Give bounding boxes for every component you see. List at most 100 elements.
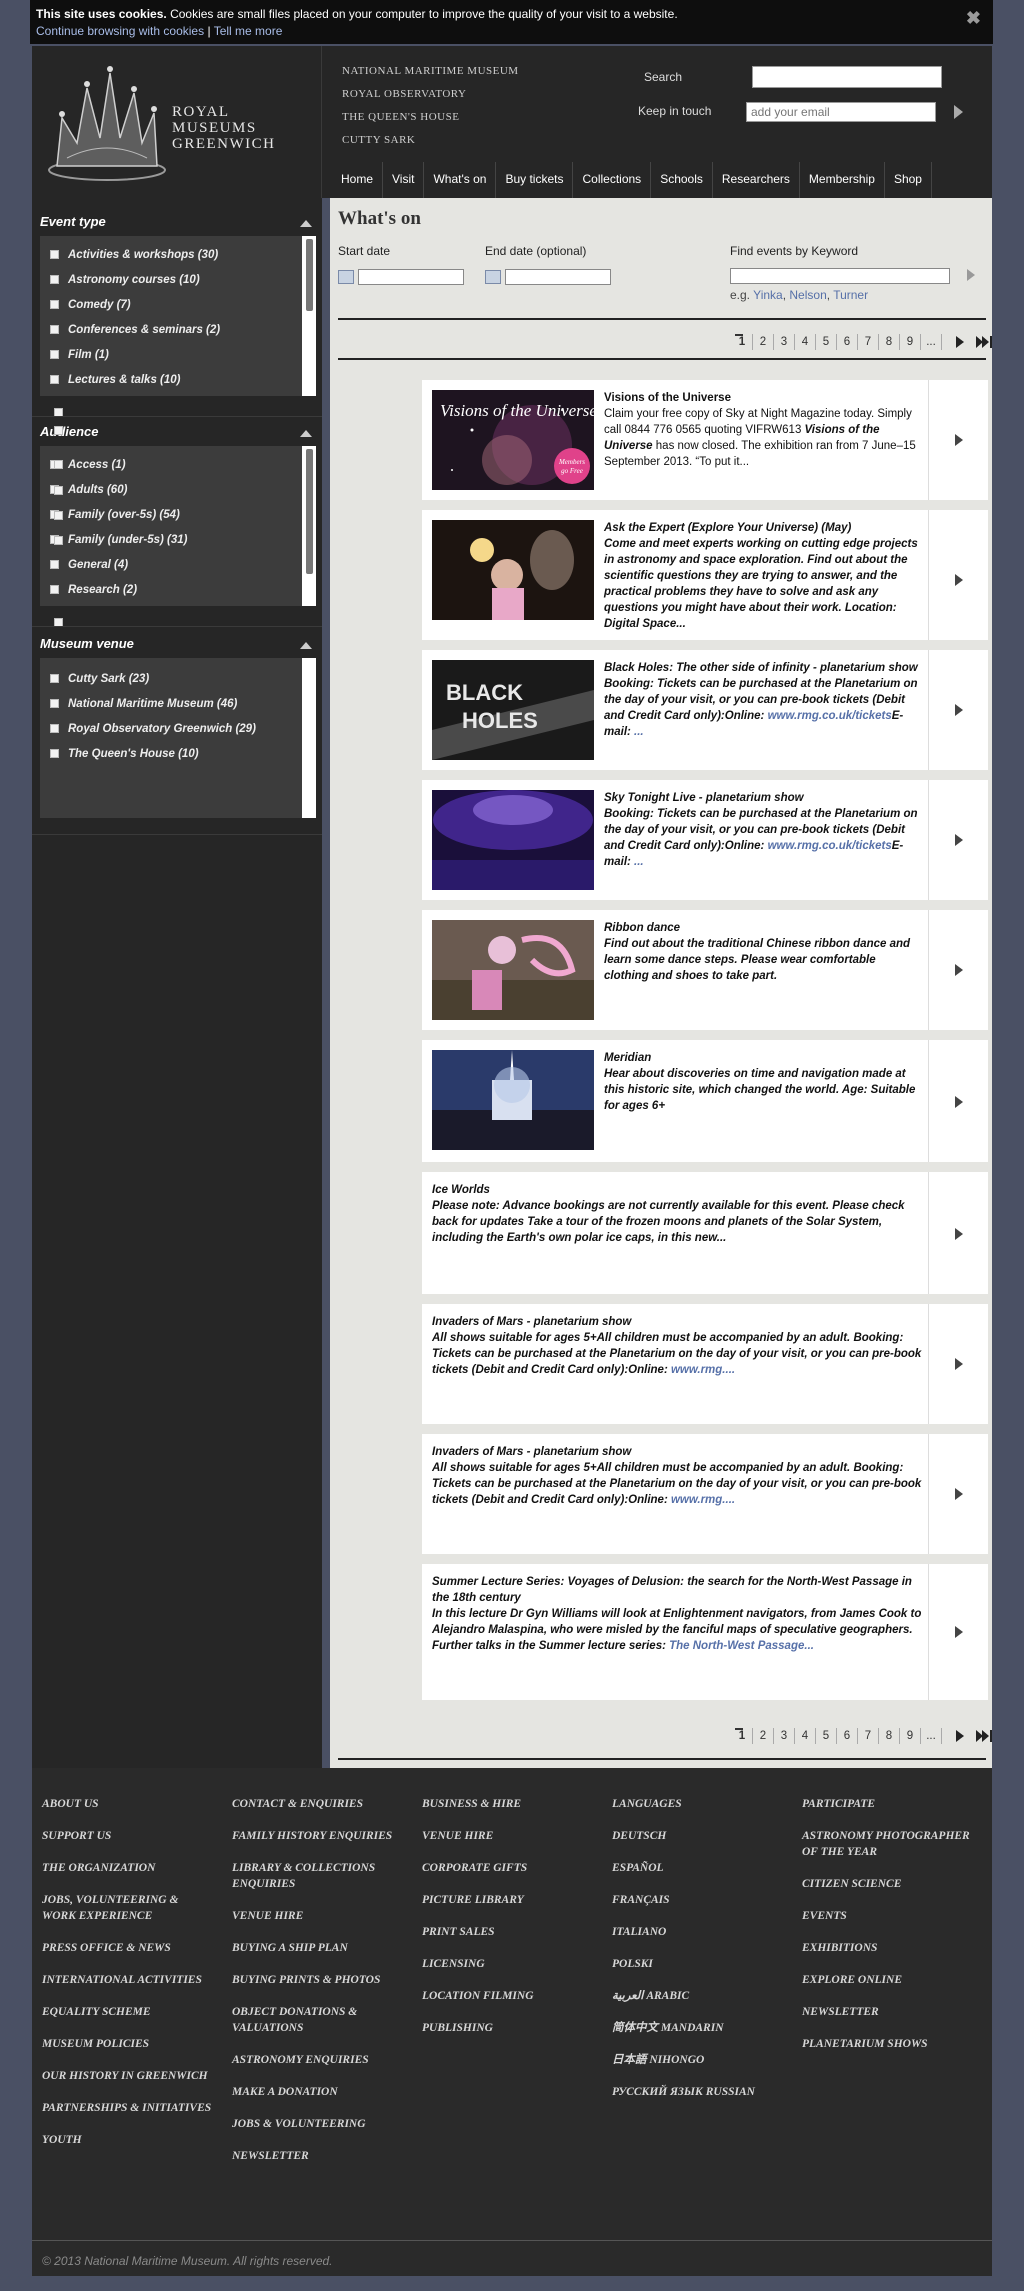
nav-visit[interactable]: Visit (383, 162, 425, 198)
scrollbar-thumb[interactable] (306, 239, 313, 311)
event-arrow-icon[interactable] (955, 1358, 963, 1370)
footer-link[interactable]: Participate (802, 1796, 972, 1812)
event-title[interactable]: Ask the Expert (Explore Your Universe) (… (604, 520, 922, 536)
calendar-icon[interactable] (338, 270, 354, 284)
event-card[interactable]: Ask the Expert (Explore Your Universe) (… (422, 510, 988, 640)
page-3[interactable]: 3 (774, 336, 794, 348)
site-link-qh[interactable]: The Queen's House (342, 106, 519, 129)
site-link-ro[interactable]: Royal Observatory (342, 83, 519, 106)
footer-link[interactable]: Family history enquiries (232, 1828, 402, 1844)
collapse-arrow-icon[interactable] (300, 220, 312, 227)
footer-link[interactable]: Museum policies (42, 2036, 212, 2052)
checkbox[interactable] (54, 426, 63, 435)
facet-item[interactable]: Lectures & talks (10) (40, 367, 316, 392)
calendar-icon[interactable] (485, 270, 501, 284)
footer-link[interactable]: Español (612, 1860, 782, 1876)
event-title[interactable]: Sky Tonight Live - planetarium show (604, 790, 922, 806)
tickets-link[interactable]: www.rmg.... (671, 1364, 735, 1376)
footer-link[interactable]: Publishing (422, 2020, 592, 2036)
checkbox[interactable] (50, 585, 59, 594)
tickets-link[interactable]: www.rmg.co.uk/tickets (768, 840, 892, 852)
footer-link[interactable]: Print sales (422, 1924, 592, 1940)
example-link[interactable]: Turner (833, 288, 868, 302)
footer-link[interactable]: Exhibitions (802, 1940, 972, 1956)
facet-item[interactable]: Family (under-5s) (31) (40, 527, 316, 552)
facet-item[interactable]: Cutty Sark (23) (40, 666, 316, 691)
checkbox[interactable] (50, 749, 59, 758)
event-card[interactable]: Summer Lecture Series: Voyages of Delusi… (422, 1564, 988, 1700)
footer-link[interactable]: Jobs & volunteering (232, 2116, 402, 2132)
page-6[interactable]: 6 (837, 336, 857, 348)
footer-link[interactable]: Contact & enquiries (232, 1796, 402, 1812)
email-submit-arrow-icon[interactable] (954, 105, 963, 119)
nav-whats-on[interactable]: What's on (424, 162, 497, 198)
page-more[interactable]: ... (921, 336, 941, 348)
event-card[interactable]: Ice Worlds Please note: Advance bookings… (422, 1172, 988, 1294)
footer-link[interactable]: Explore online (802, 1972, 972, 1988)
page-1[interactable]: 1 (732, 1728, 752, 1742)
footer-link[interactable]: Buying prints & photos (232, 1972, 402, 1988)
event-card[interactable]: Invaders of Mars - planetarium show All … (422, 1304, 988, 1424)
footer-link[interactable]: Astronomy enquiries (232, 2052, 402, 2068)
footer-link[interactable]: Astronomy Photographer of the Year (802, 1828, 972, 1860)
facet-item[interactable]: Astronomy courses (10) (40, 267, 316, 292)
event-arrow-icon[interactable] (955, 434, 963, 446)
footer-link[interactable]: Make a donation (232, 2084, 402, 2100)
site-link-nmm[interactable]: National Maritime Museum (342, 60, 519, 83)
footer-link[interactable]: About us (42, 1796, 212, 1812)
last-page-icon[interactable] (976, 1730, 992, 1742)
nav-membership[interactable]: Membership (800, 162, 885, 198)
page-more[interactable]: ... (921, 1730, 941, 1742)
facet-item[interactable]: General (4) (40, 552, 316, 577)
facet-item[interactable]: Film (1) (40, 342, 316, 367)
search-input[interactable] (752, 66, 942, 88)
checkbox[interactable] (50, 560, 59, 569)
page-4[interactable]: 4 (795, 336, 815, 348)
end-date-input[interactable] (505, 269, 611, 285)
event-arrow-icon[interactable] (955, 1488, 963, 1500)
footer-link[interactable]: Newsletter (232, 2148, 402, 2164)
example-link[interactable]: Yinka (753, 288, 783, 302)
event-title[interactable]: Ribbon dance (604, 920, 922, 936)
footer-link[interactable]: Languages (612, 1796, 782, 1812)
event-arrow-icon[interactable] (955, 1096, 963, 1108)
page-3[interactable]: 3 (774, 1730, 794, 1742)
event-title[interactable]: Black Holes: The other side of infinity … (604, 660, 922, 676)
site-link-cs[interactable]: Cutty Sark (342, 129, 519, 152)
footer-link[interactable]: Venue hire (422, 1828, 592, 1844)
page-5[interactable]: 5 (816, 1730, 836, 1742)
checkbox[interactable] (54, 486, 63, 495)
footer-link[interactable]: Events (802, 1908, 972, 1924)
more-link[interactable]: ... (634, 856, 644, 868)
footer-link[interactable]: Youth (42, 2132, 212, 2148)
tickets-link[interactable]: www.rmg.co.uk/tickets (768, 710, 892, 722)
scrollbar-track[interactable] (302, 658, 316, 818)
example-link[interactable]: Nelson (789, 288, 826, 302)
event-arrow-icon[interactable] (955, 704, 963, 716)
email-field[interactable] (746, 102, 936, 122)
footer-link[interactable]: Picture library (422, 1892, 592, 1908)
checkbox[interactable] (50, 699, 59, 708)
event-card[interactable]: Sky Tonight Live - planetarium show Book… (422, 780, 988, 900)
footer-link[interactable]: Library & collections enquiries (232, 1860, 402, 1892)
tickets-link[interactable]: www.rmg.... (671, 1494, 735, 1506)
nav-shop[interactable]: Shop (885, 162, 932, 198)
facet-item[interactable]: National Maritime Museum (46) (40, 691, 316, 716)
footer-link[interactable]: Deutsch (612, 1828, 782, 1844)
nav-schools[interactable]: Schools (651, 162, 713, 198)
checkbox[interactable] (50, 275, 59, 284)
footer-link[interactable]: Our history in Greenwich (42, 2068, 212, 2084)
continue-cookies-link[interactable]: Continue browsing with cookies (36, 24, 204, 38)
event-title[interactable]: Meridian (604, 1050, 922, 1066)
event-arrow-icon[interactable] (955, 834, 963, 846)
more-link[interactable]: ... (634, 726, 644, 738)
footer-link[interactable]: Partnerships & initiatives (42, 2100, 212, 2116)
footer-link[interactable]: Press office & news (42, 1940, 212, 1956)
next-page-icon[interactable] (956, 336, 964, 348)
lecture-link[interactable]: The North-West Passage... (669, 1640, 814, 1652)
checkbox[interactable] (50, 250, 59, 259)
event-card[interactable]: Ribbon dance Find out about the traditio… (422, 910, 988, 1030)
close-icon[interactable]: ✖ (966, 9, 981, 27)
footer-link[interactable]: Jobs, volunteering & work experience (42, 1892, 212, 1924)
event-arrow-icon[interactable] (955, 964, 963, 976)
